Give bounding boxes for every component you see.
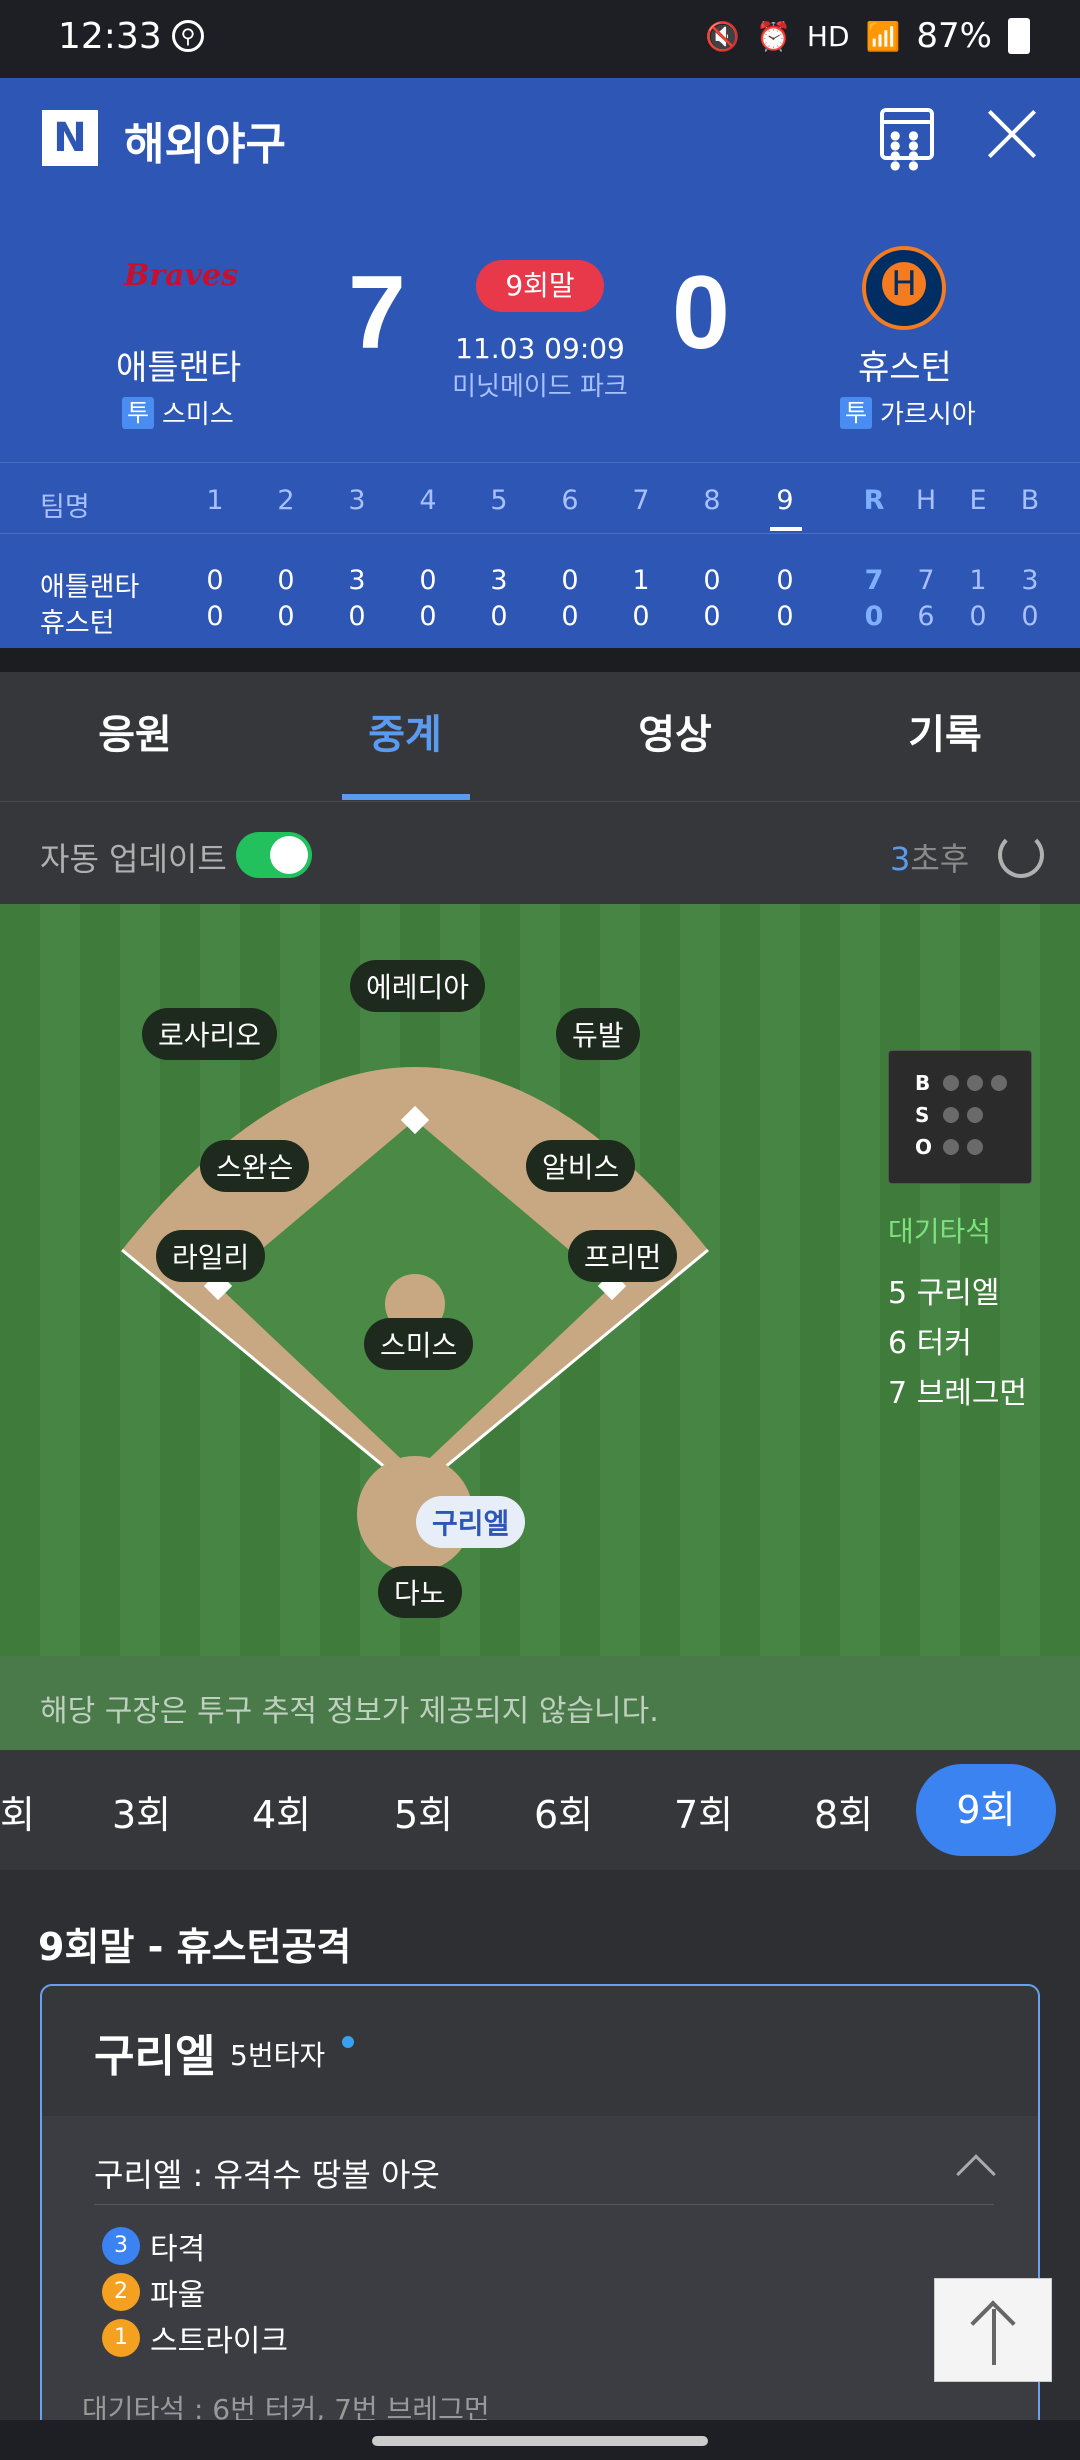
inning-tab[interactable]: 8회 xyxy=(814,1784,873,1839)
baseball-field: 에레디아 로사리오 듀발 스완슨 알비스 라일리 프리먼 스미스 구리엘 다노 … xyxy=(0,904,1080,1656)
pitch-item: 2 파울 xyxy=(102,2270,205,2314)
scroll-to-top-button[interactable] xyxy=(934,2278,1052,2382)
naver-logo[interactable]: N xyxy=(42,110,98,166)
braves-logo: Braves xyxy=(124,258,239,293)
pitcher-tag: 투 xyxy=(840,396,872,429)
auto-update-bar: 자동 업데이트 3초후 xyxy=(0,802,1080,904)
home-score: 7 xyxy=(348,255,406,371)
at-bat-card: 구리엘 5번타자 구리엘 : 유격수 땅볼 아웃 3 타격 2 파울 1 스트라이크 … xyxy=(40,1984,1040,2434)
player-2b[interactable]: 알비스 xyxy=(526,1140,636,1192)
system-nav-bar xyxy=(0,2420,1080,2460)
player-3b[interactable]: 라일리 xyxy=(156,1230,266,1282)
away-pitcher-name: 가르시아 xyxy=(880,400,976,430)
line-score: 팀명 1 2 3 4 5 6 7 8 9 R H E B 애틀랜타 0 0 3 … xyxy=(0,462,1080,648)
inning-tab[interactable]: 4회 xyxy=(252,1784,311,1839)
tab-bar: 응원 중계 영상 기록 xyxy=(0,672,1080,802)
divider xyxy=(0,648,1080,672)
away-pitcher: 투 가르시아 xyxy=(840,394,976,431)
close-icon[interactable] xyxy=(984,106,1040,162)
batter-name: 구리엘 xyxy=(94,2031,216,2082)
tab-video[interactable]: 영상 xyxy=(540,702,810,760)
on-deck-item: 6 터커 xyxy=(888,1326,972,1361)
home-team-name: 애틀랜타 xyxy=(116,348,242,388)
tab-records[interactable]: 기록 xyxy=(810,702,1080,760)
auto-update-label: 자동 업데이트 xyxy=(40,840,227,878)
page-title: 해외야구 xyxy=(124,120,286,169)
tracking-notice: 해당 구장은 투구 추적 정보가 제공되지 않습니다. xyxy=(0,1656,1080,1750)
player-c[interactable]: 다노 xyxy=(378,1566,462,1618)
section-title: 9회말 - 휴스턴공격 xyxy=(38,1925,352,1969)
player-batter[interactable]: 구리엘 xyxy=(416,1496,526,1548)
auto-update-toggle[interactable] xyxy=(236,832,312,878)
on-deck-label: 대기타석 xyxy=(888,1215,992,1248)
player-lf[interactable]: 로사리오 xyxy=(142,1008,278,1060)
mute-icon: 🔇 xyxy=(705,19,741,53)
tab-cheer[interactable]: 응원 xyxy=(0,702,270,760)
inning-selector: 회 3회 4회 5회 6회 7회 8회 9회 xyxy=(0,1750,1080,1870)
calendar-icon[interactable]: ● ● ● ● ● ● ● ● xyxy=(880,108,934,171)
pitcher-tag: 투 xyxy=(122,396,154,429)
walking-icon: ⚲ xyxy=(172,20,204,52)
at-bat-detail: 구리엘 : 유격수 땅볼 아웃 3 타격 2 파울 1 스트라이크 대기타석 : 6번… xyxy=(42,2116,1038,2432)
active-tab-indicator xyxy=(342,794,470,800)
status-bar: 12:33 ⚲ 🔇 ⏰ HD 📶 87% xyxy=(0,0,1080,78)
on-deck-item: 7 브레그먼 xyxy=(888,1376,1028,1411)
astros-logo: H xyxy=(862,246,946,330)
inning-tab-active[interactable]: 9회 xyxy=(916,1764,1056,1856)
inning-tab[interactable]: 3회 xyxy=(112,1784,171,1839)
inning-tab[interactable]: 5회 xyxy=(394,1784,453,1839)
home-gesture-bar[interactable] xyxy=(372,2436,708,2446)
current-inning-indicator xyxy=(770,527,802,531)
table-row: 애틀랜타 0 0 3 0 3 0 1 0 0 7 7 1 3 xyxy=(40,565,1039,603)
status-icons: 🔇 ⏰ HD 📶 87% xyxy=(705,16,1030,56)
stadium-name: 미닛메이드 파크 xyxy=(452,372,628,402)
wifi-icon: 📶 xyxy=(865,19,901,53)
pitch-item: 1 스트라이크 xyxy=(102,2316,288,2360)
hd-voice-icon: HD xyxy=(806,19,850,53)
player-rf[interactable]: 듀발 xyxy=(556,1008,640,1060)
inning-badge: 9회말 xyxy=(476,260,604,312)
inning-tab[interactable]: 7회 xyxy=(674,1784,733,1839)
table-row: 휴스턴 0 0 0 0 0 0 0 0 0 0 6 0 0 xyxy=(40,601,1039,639)
alarm-icon: ⏰ xyxy=(756,19,791,53)
away-team-name: 휴스턴 xyxy=(858,348,952,388)
pitch-item: 3 타격 xyxy=(102,2224,205,2268)
player-ss[interactable]: 스완슨 xyxy=(200,1140,310,1192)
status-dot xyxy=(342,2036,354,2048)
at-bat-result: 구리엘 : 유격수 땅볼 아웃 xyxy=(94,2156,440,2194)
player-cf[interactable]: 에레디아 xyxy=(350,960,486,1012)
on-deck-item: 5 구리엘 xyxy=(888,1276,1000,1311)
home-pitcher-name: 스미스 xyxy=(162,400,234,430)
line-score-header: 팀명 1 2 3 4 5 6 7 8 9 R H E B xyxy=(40,485,1040,523)
inning-tab[interactable]: 회 xyxy=(0,1784,35,1839)
status-time: 12:33 xyxy=(58,16,162,57)
home-pitcher: 투 스미스 xyxy=(122,394,234,431)
chevron-up-icon[interactable] xyxy=(956,2154,996,2194)
team-column-label: 팀명 xyxy=(40,492,90,523)
battery-icon xyxy=(1008,18,1030,54)
tab-live[interactable]: 중계 xyxy=(270,702,540,760)
player-1b[interactable]: 프리먼 xyxy=(568,1230,678,1282)
play-by-play: 9회말 - 휴스턴공격 구리엘 5번타자 구리엘 : 유격수 땅볼 아웃 3 타격… xyxy=(0,1870,1080,2434)
game-header: N 해외야구 ● ● ● ● ● ● ● ● Braves 애틀랜타 투 스미스 … xyxy=(0,78,1080,648)
refresh-icon[interactable] xyxy=(998,832,1044,878)
away-score: 0 xyxy=(672,255,730,371)
inning-tab[interactable]: 6회 xyxy=(534,1784,593,1839)
countdown: 3초후 xyxy=(890,840,970,878)
battery-text: 87% xyxy=(916,16,992,56)
batting-order: 5번타자 xyxy=(230,2039,326,2072)
player-p[interactable]: 스미스 xyxy=(364,1318,474,1370)
game-datetime: 11.03 09:09 xyxy=(455,332,625,365)
bso-count: B S O xyxy=(888,1050,1032,1184)
